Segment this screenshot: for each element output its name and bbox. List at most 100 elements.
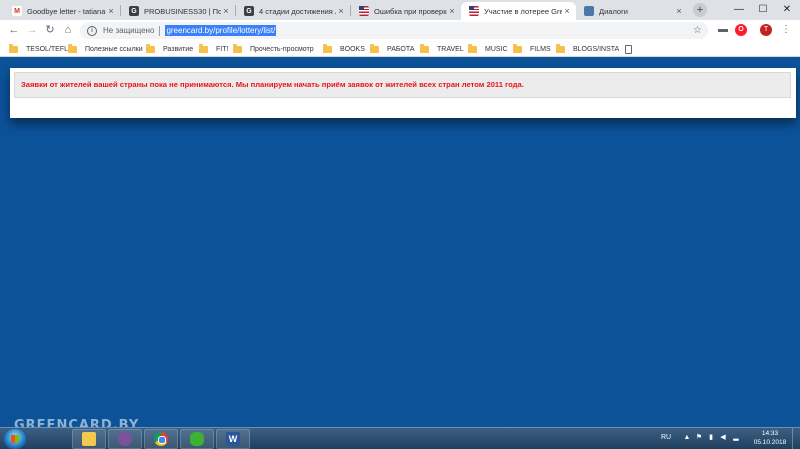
bookmark-folder[interactable]: Прочесть-просмотр [233, 43, 314, 55]
bookmark-folder[interactable]: BOOKS [323, 43, 365, 55]
bookmark-label: TRAVEL [437, 45, 464, 53]
tab-title: Диалоги [599, 6, 628, 16]
start-button[interactable] [4, 429, 26, 449]
bookmark-label: FIT! [216, 45, 229, 53]
star-icon[interactable]: ☆ [693, 25, 702, 36]
folder-icon [199, 43, 208, 53]
gmail-icon: M [12, 6, 22, 16]
word-icon: W [226, 432, 240, 446]
bookmark-label: Полезные ссылки [85, 45, 143, 53]
bookmark-label: TESOL/TEFL [26, 45, 69, 53]
home-button[interactable]: ⌂ [60, 22, 76, 38]
folder-icon [556, 43, 565, 53]
bookmark-page[interactable] [625, 43, 632, 55]
bookmark-label: Прочесть-просмотр [250, 45, 314, 53]
folder-icon [513, 43, 522, 53]
forward-button[interactable]: → [24, 22, 40, 38]
bookmark-folder[interactable]: TESOL/TEFL [9, 43, 68, 55]
close-icon[interactable]: × [106, 6, 116, 16]
taskbar-app-wechat[interactable] [180, 429, 214, 449]
taskbar-app-word[interactable]: W [216, 429, 250, 449]
viber-icon [118, 432, 132, 446]
volume-icon[interactable]: ◀ [719, 434, 727, 442]
browser-toolbar: ← → ↻ ⌂ i Не защищено greencard.by/profi… [0, 20, 800, 41]
content-panel: Заявки от жителей вашей страны пока не п… [10, 68, 796, 118]
back-button[interactable]: ← [6, 22, 22, 38]
clock-time: 14:33 [761, 430, 779, 437]
taskbar-app-chrome[interactable] [144, 429, 178, 449]
site-icon: G [129, 6, 139, 16]
bookmark-folder[interactable]: BLOGS/INSTA [556, 43, 619, 55]
wechat-icon [190, 432, 204, 446]
tab-error[interactable]: Ошибка при проверке × [351, 2, 461, 20]
folder-icon [146, 43, 155, 53]
network-icon[interactable]: ▂ [732, 434, 740, 442]
show-hidden-icons-icon[interactable]: ▲ [683, 434, 691, 442]
close-icon[interactable]: × [562, 6, 572, 16]
folder-icon [323, 43, 332, 53]
close-window-button[interactable]: ✕ [775, 0, 799, 20]
close-icon[interactable]: × [221, 6, 231, 16]
cast-icon[interactable]: ▬ [717, 24, 729, 36]
bookmark-label: BOOKS [340, 45, 365, 53]
close-icon[interactable]: × [447, 6, 457, 16]
tab-strip: M Goodbye letter - tatiana × G PROBUSINE… [0, 0, 800, 20]
reload-button[interactable]: ↻ [42, 22, 58, 38]
tab-title: Участие в лотерее Greencard [484, 6, 562, 16]
vk-icon [584, 6, 594, 16]
bookmark-label: Развитие [163, 45, 194, 53]
bookmark-folder[interactable]: TRAVEL [420, 43, 464, 55]
bookmark-label: MUSIC [485, 45, 508, 53]
page-viewport: Заявки от жителей вашей страны пока не п… [0, 57, 800, 427]
folder-icon [9, 43, 18, 53]
bookmark-folder[interactable]: FILMS [513, 43, 551, 55]
bookmarks-bar: TESOL/TEFL Полезные ссылки Развитие FIT!… [0, 41, 800, 57]
new-tab-button[interactable]: + [693, 3, 707, 17]
bookmark-label: BLOGS/INSTA [573, 45, 620, 53]
tab-title: Ошибка при проверке [374, 6, 447, 16]
site-icon: G [244, 6, 254, 16]
url-text[interactable]: greencard.by/profile/lottery/list/ [165, 25, 277, 36]
us-flag-icon [469, 6, 479, 16]
bookmark-folder[interactable]: РАБОТА [370, 43, 415, 55]
bookmark-folder[interactable]: FIT! [199, 43, 228, 55]
profile-avatar[interactable]: T [760, 24, 772, 36]
language-indicator[interactable]: RU [661, 434, 671, 441]
bookmark-folder[interactable]: Полезные ссылки [68, 43, 143, 55]
chrome-icon [154, 432, 168, 446]
us-flag-icon [359, 6, 369, 16]
tab-probusiness[interactable]: G PROBUSINESS30 | Подг × [121, 2, 235, 20]
tab-title: 4 стадии достижения л [259, 6, 336, 16]
tab-4-stages[interactable]: G 4 стадии достижения л × [236, 2, 350, 20]
tab-gmail[interactable]: M Goodbye letter - tatiana × [4, 2, 120, 20]
opera-extension-icon[interactable]: O [735, 24, 747, 36]
bookmark-folder[interactable]: MUSIC [468, 43, 508, 55]
menu-icon[interactable]: ⋮ [780, 24, 792, 36]
bookmark-folder[interactable]: Развитие [146, 43, 193, 55]
security-label: Не защищено [103, 26, 155, 35]
minimize-button[interactable]: — [727, 0, 751, 20]
taskbar-app-explorer[interactable] [72, 429, 106, 449]
tab-title: Goodbye letter - tatiana [27, 6, 106, 16]
folder-icon [370, 43, 379, 53]
taskbar: W RU ▲ ⚑ ▮ ◀ ▂ 14:33 05.10.2018 [0, 427, 800, 449]
folder-icon [233, 43, 242, 53]
maximize-button[interactable]: ☐ [751, 0, 775, 20]
bookmark-label: РАБОТА [387, 45, 415, 53]
tab-dialogs[interactable]: Диалоги × [576, 2, 688, 20]
tab-greencard-lottery[interactable]: Участие в лотерее Greencard × [461, 2, 576, 20]
address-bar[interactable]: i Не защищено greencard.by/profile/lotte… [80, 22, 708, 39]
battery-icon[interactable]: ▮ [707, 434, 715, 442]
flag-icon[interactable]: ⚑ [695, 434, 703, 442]
taskbar-app-viber[interactable] [108, 429, 142, 449]
bookmark-label: FILMS [530, 45, 551, 53]
folder-icon [420, 43, 429, 53]
page-icon [625, 44, 632, 54]
show-desktop-button[interactable] [792, 428, 800, 449]
close-icon[interactable]: × [674, 6, 684, 16]
tab-title: PROBUSINESS30 | Подг [144, 6, 221, 16]
system-clock[interactable]: 14:33 05.10.2018 [752, 430, 788, 447]
close-icon[interactable]: × [336, 6, 346, 16]
clock-date: 05.10.2018 [753, 438, 787, 446]
info-icon[interactable]: i [87, 25, 97, 36]
